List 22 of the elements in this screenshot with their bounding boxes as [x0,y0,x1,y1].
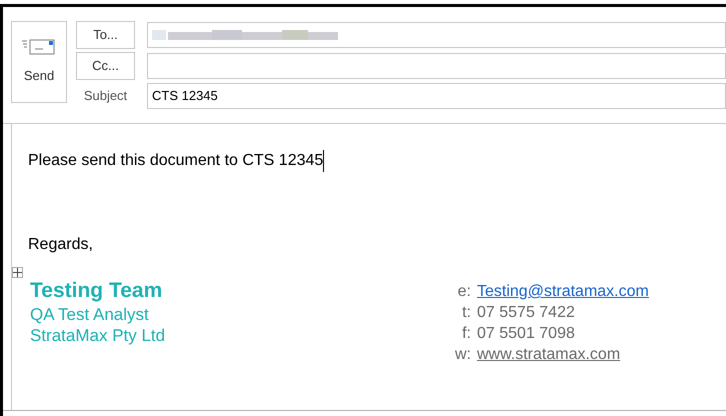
subject-field[interactable]: CTS 12345 [147,83,726,109]
signature-company: StrataMax Pty Ltd [30,325,166,346]
signature-name: Testing Team [30,278,162,304]
contact-link[interactable]: Testing@stratamax.com [477,281,649,302]
subject-label: Subject [82,87,128,106]
send-button[interactable]: Send [11,21,67,103]
contact-label: f: [461,324,472,344]
cc-button[interactable]: Cc... [76,52,135,80]
phone-number: 07 5575 7422 [477,303,575,323]
signature-title: QA Test Analyst [30,304,149,325]
cc-field[interactable] [147,53,726,79]
regards-text: Regards, [28,236,93,253]
body-text: Please send this document to CTS 12345 [28,151,324,171]
to-field[interactable] [147,22,726,48]
table-move-handle-icon[interactable] [12,267,23,278]
contact-link[interactable]: www.stratamax.com [477,344,620,365]
contact-label: w: [454,345,472,365]
contact-label: t: [461,303,472,323]
envelope-icon [21,38,57,56]
contact-label: e: [456,282,472,302]
phone-number: 07 5501 7098 [477,324,575,344]
to-button[interactable]: To... [76,21,135,49]
